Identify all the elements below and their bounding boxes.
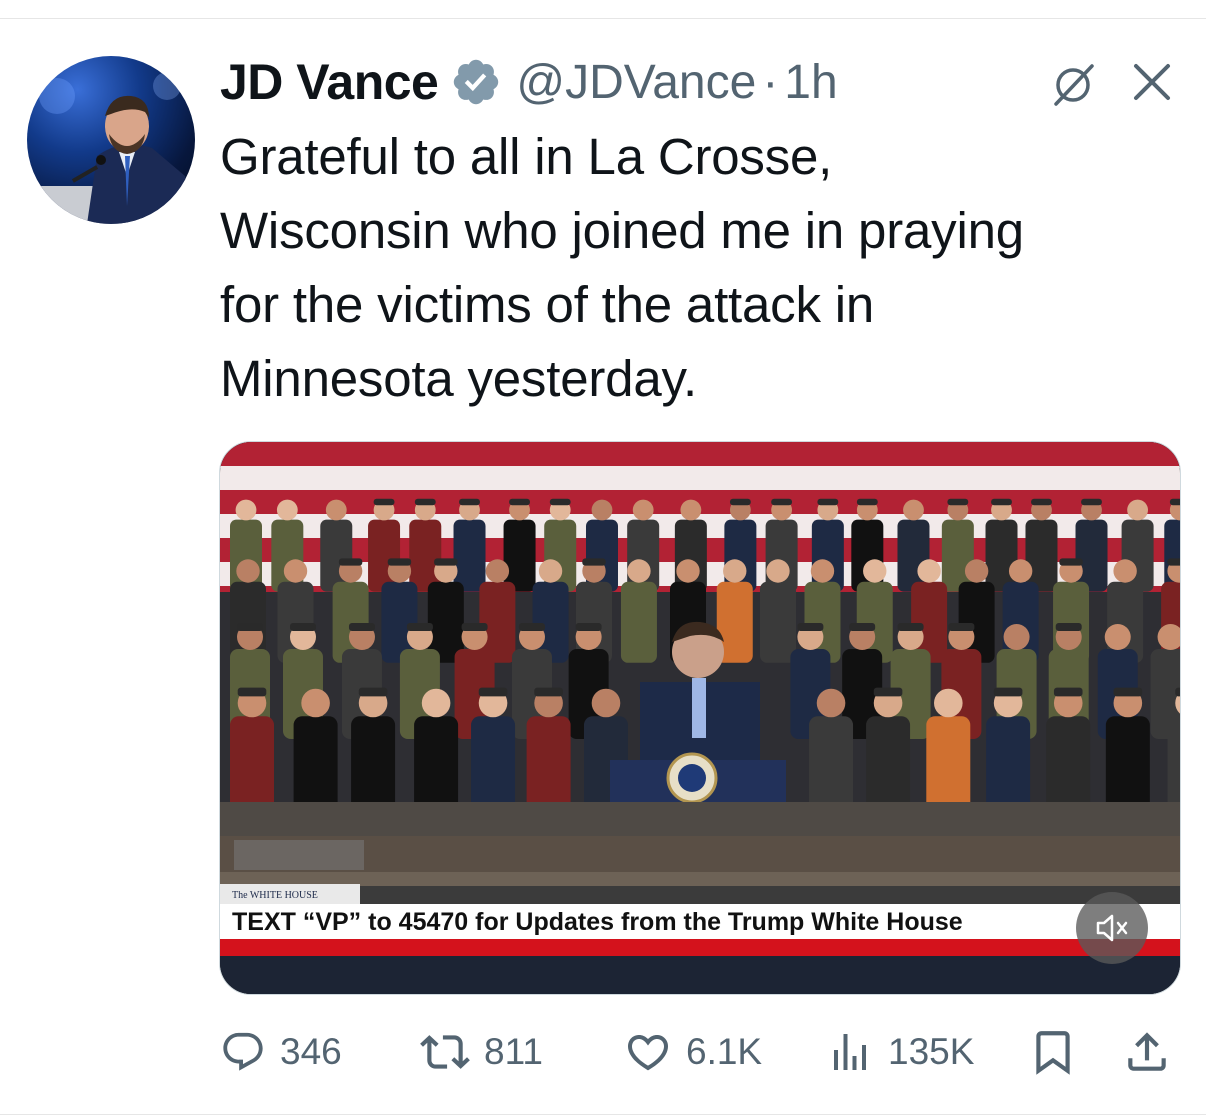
verified-badge-icon bbox=[454, 59, 499, 105]
chyron-text: TEXT “VP” to 45470 for Updates from the … bbox=[220, 904, 1180, 940]
chyron-brand: The WHITE HOUSE bbox=[220, 884, 360, 906]
tweet-video[interactable]: The WHITE HOUSE TEXT “VP” to 45470 for U… bbox=[219, 441, 1181, 995]
grok-icon[interactable] bbox=[1050, 60, 1098, 108]
bottom-divider bbox=[0, 1114, 1206, 1115]
tweet-header: JD Vance @JDVance · 1h bbox=[220, 52, 838, 112]
repost-count: 811 bbox=[484, 1031, 543, 1072]
tweet-actions: 346 811 6.1K 135K bbox=[0, 1024, 1206, 1080]
views-button[interactable]: 135K bbox=[826, 1024, 974, 1080]
share-icon bbox=[1128, 1032, 1166, 1071]
tweet-text: Grateful to all in La Crosse, Wisconsin … bbox=[220, 128, 1024, 407]
reply-icon bbox=[223, 1032, 263, 1071]
top-divider bbox=[0, 18, 1206, 19]
timestamp[interactable]: 1h bbox=[784, 55, 837, 110]
author-name[interactable]: JD Vance bbox=[220, 53, 439, 111]
author-handle[interactable]: @JDVance bbox=[516, 55, 756, 110]
chyron-red-bar bbox=[220, 939, 1180, 956]
repost-icon bbox=[420, 1035, 470, 1069]
mute-button[interactable] bbox=[1076, 892, 1148, 964]
reply-count: 346 bbox=[280, 1031, 342, 1072]
mute-icon bbox=[1096, 914, 1128, 942]
like-count: 6.1K bbox=[686, 1031, 763, 1072]
bookmark-button[interactable] bbox=[1028, 1024, 1078, 1080]
like-button[interactable]: 6.1K bbox=[624, 1024, 762, 1080]
separator-dot: · bbox=[762, 55, 779, 109]
chyron-lower-band bbox=[220, 956, 1180, 994]
like-icon bbox=[627, 1035, 669, 1071]
views-icon bbox=[834, 1034, 866, 1070]
author-avatar[interactable] bbox=[27, 56, 195, 224]
reply-button[interactable]: 346 bbox=[220, 1024, 342, 1080]
views-count: 135K bbox=[888, 1031, 975, 1072]
repost-button[interactable]: 811 bbox=[420, 1024, 543, 1080]
share-button[interactable] bbox=[1122, 1024, 1172, 1080]
bookmark-icon bbox=[1036, 1031, 1070, 1075]
avatar-photo bbox=[37, 72, 195, 224]
close-icon[interactable] bbox=[1130, 60, 1174, 104]
